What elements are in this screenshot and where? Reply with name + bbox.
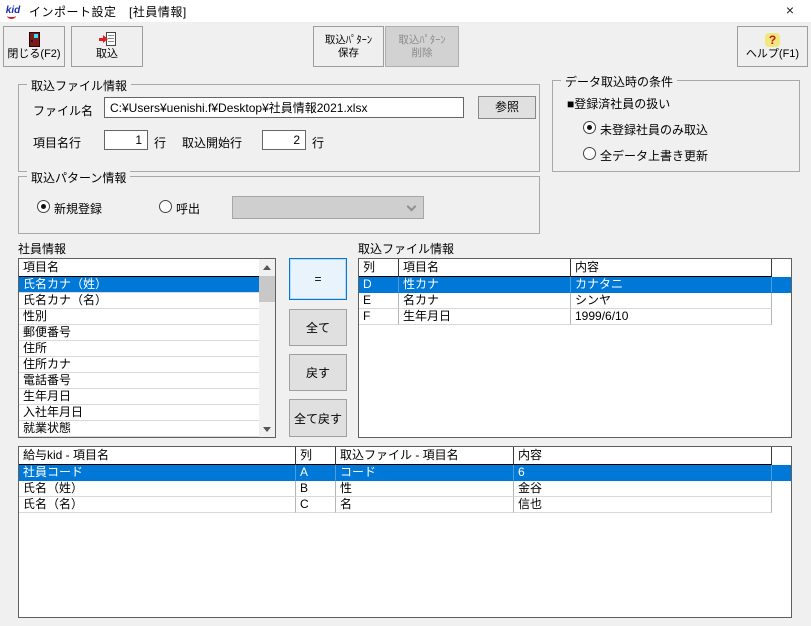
import-file-info-group-title: 取込ファイル情報: [27, 77, 131, 94]
column-header: 取込ファイル - 項目名: [336, 447, 514, 465]
mapping-table: 給与kid - 項目名 列 取込ファイル - 項目名 内容 社員コード A コー…: [18, 446, 792, 618]
start-row-label: 取込開始行: [182, 134, 242, 151]
radio-recall-label[interactable]: 呼出: [176, 200, 200, 217]
window-title: インポート設定 [社員情報]: [29, 3, 187, 20]
list-item[interactable]: 電話番号: [19, 373, 259, 389]
table-row[interactable]: F 生年月日 1999/6/10: [359, 309, 791, 325]
column-header: 内容: [571, 259, 772, 277]
toolbar: 閉じる(F2) 取込 取込ﾊﾟﾀｰﾝ 保存 取込ﾊﾟﾀｰﾝ 削除 ? ヘルプ(F…: [0, 22, 811, 70]
import-file-list-title: 取込ファイル情報: [358, 240, 454, 257]
table-row[interactable]: 氏名（姓） B 性 金谷: [19, 481, 791, 497]
start-row-unit: 行: [312, 134, 324, 151]
employee-item-list: 項目名 氏名カナ（姓） 氏名カナ（名） 性別 郵便番号 住所 住所カナ 電話番号…: [18, 258, 276, 438]
import-file-info-group: 取込ファイル情報 ファイル名 参照 項目名行 行 取込開始行 行: [18, 84, 540, 172]
table-row[interactable]: E 名カナ シンヤ: [359, 293, 791, 309]
list-item[interactable]: 就業状態: [19, 421, 259, 437]
import-button[interactable]: 取込: [71, 26, 143, 67]
mapping-table-header: 給与kid - 項目名 列 取込ファイル - 項目名 内容: [19, 447, 791, 465]
list-item[interactable]: 性別: [19, 309, 259, 325]
scroll-down-icon[interactable]: [259, 421, 275, 437]
help-question-icon: ?: [765, 33, 780, 47]
import-pattern-info-group-title: 取込パターン情報: [27, 169, 130, 186]
column-header: 給与kid - 項目名: [19, 447, 296, 465]
import-file-table: 列 項目名 内容 D 性カナ カナタニ E 名カナ シンヤ F 生年月日 199…: [358, 258, 792, 438]
radio-recall[interactable]: [159, 200, 172, 213]
undo-button[interactable]: 戻す: [289, 354, 347, 391]
delete-pattern-label-line2: 削除: [412, 47, 433, 60]
import-conditions-group-title: データ取込時の条件: [561, 73, 677, 90]
radio-overwrite-all[interactable]: [583, 147, 596, 160]
save-pattern-label-line1: 取込ﾊﾟﾀｰﾝ: [325, 34, 372, 47]
list-item[interactable]: 氏名カナ（姓）: [19, 277, 259, 293]
scroll-thumb[interactable]: [259, 276, 275, 302]
list-item[interactable]: 住所カナ: [19, 357, 259, 373]
pattern-select[interactable]: [232, 196, 424, 219]
table-row[interactable]: 氏名（名） C 名 信也: [19, 497, 791, 513]
scroll-up-icon[interactable]: [259, 259, 275, 275]
radio-new-employees-only[interactable]: [583, 121, 596, 134]
help-button[interactable]: ? ヘルプ(F1): [737, 26, 808, 67]
list-item[interactable]: 入社年月日: [19, 405, 259, 421]
file-name-label: ファイル名: [33, 102, 93, 119]
list-item[interactable]: 郵便番号: [19, 325, 259, 341]
radio-new-employees-only-label[interactable]: 未登録社員のみ取込: [600, 121, 708, 138]
start-row-input[interactable]: [262, 130, 306, 150]
radio-new-registration[interactable]: [37, 200, 50, 213]
save-pattern-button[interactable]: 取込ﾊﾟﾀｰﾝ 保存: [313, 26, 384, 67]
header-row-input[interactable]: [104, 130, 148, 150]
column-header: 項目名: [399, 259, 571, 277]
header-row-label: 項目名行: [33, 134, 81, 151]
table-row[interactable]: D 性カナ カナタニ: [359, 277, 791, 293]
window-close-icon[interactable]: ×: [773, 0, 807, 22]
table-row[interactable]: 社員コード A コード 6: [19, 465, 791, 481]
app-kid-icon: kid: [4, 4, 22, 19]
undo-all-button[interactable]: 全て戻す: [289, 399, 347, 437]
registered-employee-handling-label: ■登録済社員の扱い: [567, 95, 670, 112]
save-pattern-label-line2: 保存: [338, 47, 359, 60]
close-button[interactable]: 閉じる(F2): [3, 26, 65, 67]
list-item[interactable]: 生年月日: [19, 389, 259, 405]
file-name-input[interactable]: [104, 97, 464, 118]
delete-pattern-button[interactable]: 取込ﾊﾟﾀｰﾝ 削除: [385, 26, 459, 67]
door-icon: [29, 32, 40, 47]
column-header: 内容: [514, 447, 772, 465]
browse-button[interactable]: 参照: [478, 96, 536, 119]
header-row-unit: 行: [154, 134, 166, 151]
column-header: 列: [296, 447, 336, 465]
help-button-label: ヘルプ(F1): [746, 48, 799, 61]
chevron-down-icon: [407, 202, 417, 212]
column-header: 列: [359, 259, 399, 277]
title-bar: kid インポート設定 [社員情報] ×: [0, 0, 811, 22]
import-pattern-info-group: 取込パターン情報 新規登録 呼出: [18, 176, 540, 234]
import-button-label: 取込: [96, 48, 118, 61]
delete-pattern-label-line1: 取込ﾊﾟﾀｰﾝ: [398, 34, 445, 47]
employee-list-header: 項目名: [19, 259, 259, 277]
close-button-label: 閉じる(F2): [7, 48, 60, 61]
employee-list-scrollbar[interactable]: [259, 259, 275, 437]
assign-all-button[interactable]: 全て: [289, 309, 347, 346]
list-item[interactable]: 住所: [19, 341, 259, 357]
import-doc-arrow-icon: [99, 32, 116, 47]
import-file-table-header: 列 項目名 内容: [359, 259, 791, 277]
employee-list-title: 社員情報: [18, 240, 66, 257]
list-item[interactable]: 氏名カナ（名）: [19, 293, 259, 309]
assign-button[interactable]: =: [289, 258, 347, 300]
radio-overwrite-all-label[interactable]: 全データ上書き更新: [600, 147, 708, 164]
import-conditions-group: データ取込時の条件 ■登録済社員の扱い 未登録社員のみ取込 全データ上書き更新: [552, 80, 800, 172]
radio-new-registration-label[interactable]: 新規登録: [54, 200, 102, 217]
